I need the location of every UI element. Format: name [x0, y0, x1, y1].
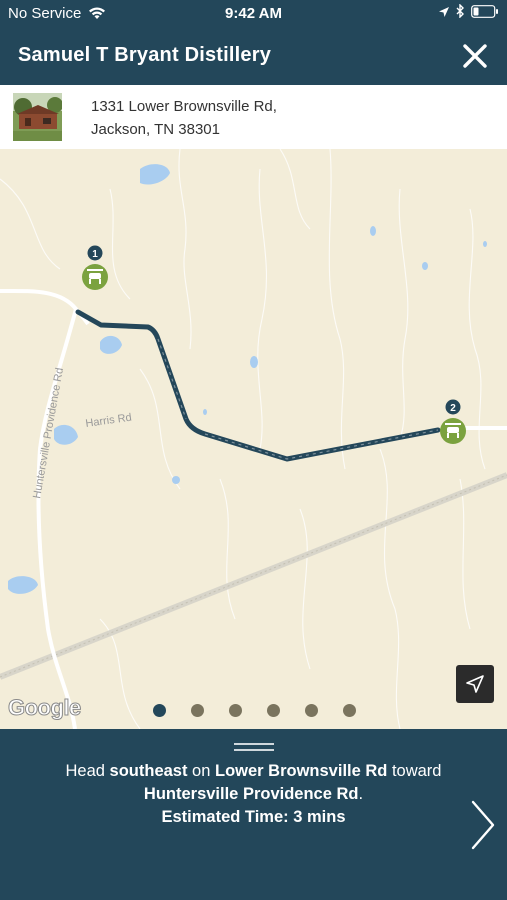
location-arrow-icon	[438, 5, 450, 22]
instruction-direction: southeast	[109, 762, 188, 780]
road-label-harris: Harris Rd	[85, 412, 133, 430]
estimated-time: Estimated Time: 3 mins	[161, 808, 346, 826]
step-pager	[0, 704, 507, 718]
pager-dot-2[interactable]	[191, 704, 204, 717]
header-bar: Samuel T Bryant Distillery	[0, 28, 507, 85]
pager-dot-5[interactable]	[305, 704, 318, 717]
address-row[interactable]: 1331 Lower Brownsville Rd, Jackson, TN 3…	[0, 85, 507, 149]
instruction-text: toward	[387, 762, 442, 780]
marker-2-number: 2	[450, 403, 456, 414]
location-thumbnail	[13, 93, 62, 141]
map-view[interactable]: Huntersville Providence Rd Harris Rd 1 2	[0, 149, 507, 729]
pager-dot-1[interactable]	[153, 704, 166, 717]
pager-dot-6[interactable]	[343, 704, 356, 717]
marker-1-number: 1	[92, 249, 98, 260]
bluetooth-icon	[456, 3, 465, 22]
drag-handle[interactable]	[234, 743, 274, 753]
instruction-destination: Huntersville Providence Rd	[143, 785, 359, 803]
clock: 9:42 AM	[225, 5, 282, 22]
instruction-text: on	[187, 762, 215, 780]
address-line-2: Jackson, TN 38301	[91, 121, 220, 138]
instruction-road: Lower Brownsville Rd	[215, 762, 388, 780]
railway	[0, 472, 507, 680]
close-icon	[463, 44, 487, 68]
direction-instruction: Head southeast on Lower Brownsville Rd t…	[30, 760, 477, 829]
chevron-right-icon	[471, 800, 495, 850]
instruction-text: Head	[65, 762, 110, 780]
page-title: Samuel T Bryant Distillery	[18, 44, 272, 66]
status-bar: No Service 9:42 AM	[0, 0, 507, 28]
instruction-text: .	[358, 785, 364, 803]
water-bodies	[8, 164, 487, 594]
navigation-arrow-icon	[466, 675, 484, 693]
address-text: 1331 Lower Brownsville Rd, Jackson, TN 3…	[91, 95, 277, 141]
route-marker-2[interactable]: 2	[440, 399, 466, 445]
route-line	[75, 309, 441, 462]
next-step-button[interactable]	[468, 799, 498, 851]
route-marker-1[interactable]: 1	[82, 245, 108, 291]
close-button[interactable]	[457, 38, 493, 74]
recenter-button[interactable]	[456, 665, 494, 703]
battery-icon	[471, 4, 499, 22]
address-line-1: 1331 Lower Brownsville Rd,	[91, 98, 277, 115]
directions-panel: Head southeast on Lower Brownsville Rd t…	[0, 729, 507, 900]
pager-dot-3[interactable]	[229, 704, 242, 717]
pager-dot-4[interactable]	[267, 704, 280, 717]
